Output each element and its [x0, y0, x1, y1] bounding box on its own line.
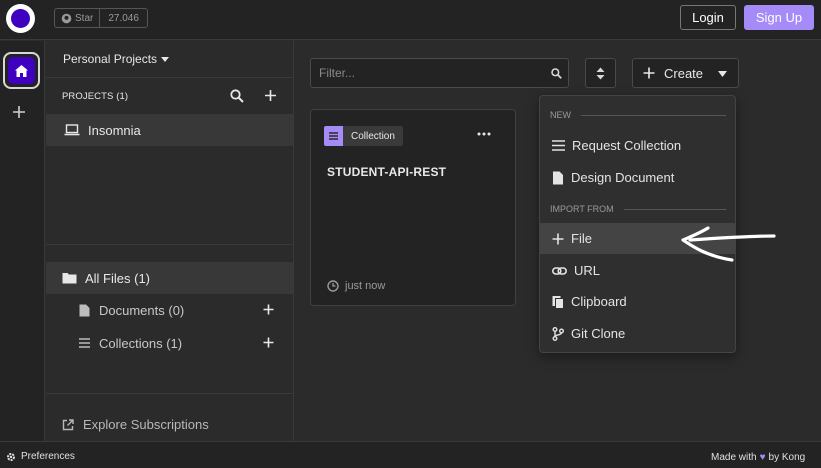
plus-icon [13, 106, 25, 118]
card-menu-button[interactable] [477, 132, 491, 136]
filter-input[interactable] [311, 59, 541, 87]
divider [46, 393, 293, 394]
search-icon [230, 89, 244, 103]
clock-icon [327, 280, 339, 292]
github-star-label: Star [75, 12, 94, 24]
github-star-count[interactable]: 27.046 [100, 9, 147, 27]
add-organization-button[interactable] [12, 105, 26, 119]
section-new: NEW [550, 110, 726, 120]
sort-icon [596, 67, 605, 79]
plus-icon [265, 90, 276, 101]
collections-label: Collections (1) [99, 335, 183, 351]
sidebar: Personal Projects PROJECTS (1) Insomnia … [46, 41, 294, 441]
divider [46, 244, 293, 245]
search-icon [551, 68, 562, 79]
explore-label: Explore Subscriptions [83, 417, 209, 432]
menu-item-label: Design Document [571, 170, 675, 185]
menu-item-label: URL [574, 263, 601, 278]
all-files-item[interactable]: All Files (1) [46, 262, 293, 294]
section-import-label: IMPORT FROM [550, 204, 614, 214]
document-icon [79, 304, 90, 316]
top-bar: Star 27.046 Login Sign Up [0, 0, 821, 40]
sort-button[interactable] [585, 58, 616, 88]
preferences-button[interactable]: Preferences [6, 451, 75, 462]
github-star-widget[interactable]: Star 27.046 [54, 8, 148, 28]
add-project-button[interactable] [264, 89, 277, 102]
home-icon [15, 64, 28, 77]
made-with-suffix: by Kong [768, 452, 806, 463]
card-timestamp: just now [327, 280, 385, 292]
menu-item-label: File [571, 231, 592, 246]
github-icon [61, 13, 72, 23]
git-branch-icon [552, 326, 564, 341]
menu-item-label: Git Clone [571, 326, 626, 341]
preferences-label: Preferences [21, 451, 75, 462]
heart-icon: ♥ [759, 452, 766, 463]
projects-header: PROJECTS (1) [46, 77, 293, 114]
menu-item-label: Clipboard [571, 294, 627, 309]
gear-icon [7, 452, 15, 461]
home-button[interactable] [3, 52, 40, 89]
made-with-kong[interactable]: Made with ♥ by Kong [711, 452, 805, 463]
add-document-button[interactable] [263, 304, 274, 315]
list-icon [79, 338, 90, 348]
documents-label: Documents (0) [99, 302, 185, 318]
menu-item-design-document[interactable]: Design Document [540, 162, 735, 193]
plus-icon [263, 304, 274, 315]
plus-icon [643, 67, 655, 79]
collection-card[interactable]: Collection STUDENT-API-REST just now [310, 109, 516, 306]
list-icon [552, 140, 565, 151]
folder-icon [62, 273, 77, 284]
signup-button[interactable]: Sign Up [744, 5, 814, 30]
timestamp-label: just now [345, 280, 386, 292]
plus-icon [263, 337, 274, 348]
organization-name: Personal Projects [63, 52, 158, 66]
search-projects-button[interactable] [230, 89, 244, 103]
document-icon [553, 171, 563, 184]
menu-item-clipboard[interactable]: Clipboard [540, 286, 735, 317]
made-with-prefix: Made with [711, 452, 757, 463]
filter-field[interactable] [310, 58, 569, 88]
left-rail [0, 41, 45, 441]
list-icon [329, 132, 338, 140]
section-import: IMPORT FROM [550, 204, 726, 214]
projects-title: PROJECTS (1) [62, 91, 129, 102]
login-button[interactable]: Login [680, 5, 736, 30]
insomnia-logo-icon[interactable] [6, 4, 35, 33]
section-new-label: NEW [550, 110, 571, 120]
github-star-button[interactable]: Star [55, 9, 101, 27]
collection-badge: Collection [324, 126, 403, 146]
external-link-icon [62, 418, 74, 430]
project-label: Insomnia [88, 122, 141, 138]
status-bar: Preferences Made with ♥ by Kong [0, 441, 821, 468]
card-title: STUDENT-API-REST [327, 165, 447, 179]
menu-item-request-collection[interactable]: Request Collection [540, 130, 735, 161]
collections-item[interactable]: Collections (1) [46, 329, 293, 357]
caret-down-icon [161, 56, 170, 62]
documents-item[interactable]: Documents (0) [46, 296, 293, 324]
explore-subscriptions-link[interactable]: Explore Subscriptions [62, 417, 209, 432]
menu-item-git-clone[interactable]: Git Clone [540, 318, 735, 349]
laptop-icon [64, 124, 80, 136]
organization-select[interactable]: Personal Projects [63, 52, 170, 66]
add-collection-button[interactable] [263, 337, 274, 348]
link-icon [552, 266, 567, 275]
create-label: Create [664, 65, 704, 81]
badge-label: Collection [351, 130, 395, 142]
plus-icon [552, 233, 564, 244]
more-icon [477, 132, 491, 136]
project-item-insomnia[interactable]: Insomnia [46, 114, 293, 146]
caret-down-icon [718, 71, 727, 77]
annotation-arrow-icon [681, 226, 776, 262]
clipboard-icon [552, 295, 564, 309]
create-button[interactable]: Create [632, 58, 739, 88]
all-files-label: All Files (1) [85, 270, 151, 286]
menu-item-label: Request Collection [572, 138, 682, 153]
